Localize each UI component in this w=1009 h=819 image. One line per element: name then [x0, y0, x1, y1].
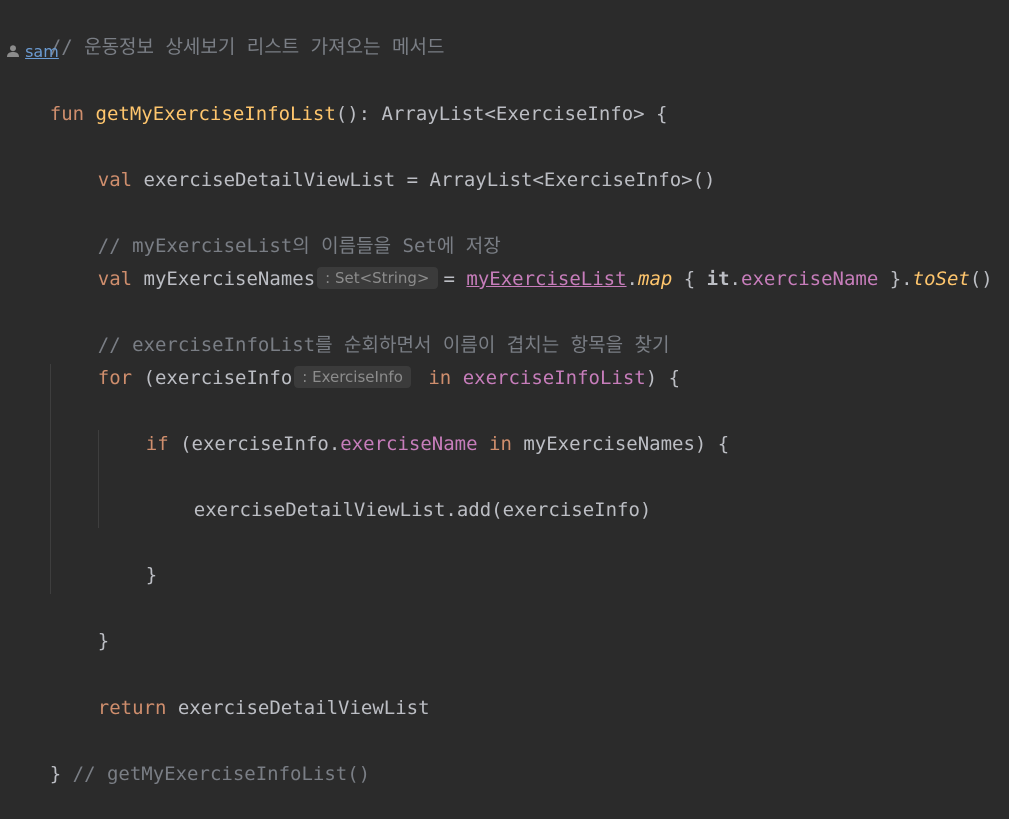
return-value: exerciseDetailViewList — [177, 697, 430, 719]
function-signature: (): ArrayList<ExerciseInfo> { — [335, 103, 668, 125]
code-line-return: return exerciseDetailViewList — [52, 663, 430, 719]
dot: . — [626, 268, 638, 290]
code-line-close-if: } — [100, 530, 157, 586]
map-call[interactable]: map — [638, 268, 672, 290]
code-line-if: if (exerciseInfo.exerciseName in myExerc… — [100, 399, 729, 455]
end-comment: // getMyExerciseInfoList() — [72, 763, 371, 785]
call-parens: () — [969, 268, 993, 290]
lambda-close: } — [878, 268, 902, 290]
function-name[interactable]: getMyExerciseInfoList — [96, 103, 336, 125]
receiver-my-exercise-list[interactable]: myExerciseList — [466, 268, 626, 290]
code-line-val-detail: val exerciseDetailViewList = ArrayList<E… — [52, 135, 716, 191]
brace-close-if: } — [145, 564, 158, 586]
keyword-for: for — [97, 367, 133, 389]
if-open: (exerciseInfo. — [180, 433, 341, 455]
keyword-val: val — [97, 268, 133, 290]
person-icon — [6, 42, 25, 61]
type-hint-exercise-info: : ExerciseInfo — [294, 366, 411, 388]
val-detail-rest: exerciseDetailViewList = ArrayList<Exerc… — [143, 169, 716, 191]
header-comment: // 운동정보 상세보기 리스트 가져오는 메서드 — [4, 2, 445, 58]
keyword-return: return — [97, 697, 167, 719]
assign-op: = — [443, 268, 467, 290]
comment-save-names: // myExerciseList의 이름들을 Set에 저장 — [52, 201, 501, 257]
brace-close-for: } — [97, 630, 110, 652]
for-open: (exerciseInfo — [143, 367, 293, 389]
keyword-fun: fun — [49, 103, 85, 125]
author-name[interactable]: sam — [25, 42, 59, 61]
code-line-val-names: val myExerciseNames: Set<String> = myExer… — [52, 234, 993, 290]
code-line-close-for: } — [52, 596, 109, 652]
dot: . — [901, 268, 913, 290]
indent-guide — [98, 430, 99, 528]
property-exercise-info-list[interactable]: exerciseInfoList — [463, 367, 646, 389]
keyword-in: in — [428, 367, 452, 389]
code-line-add: exerciseDetailViewList.add(exerciseInfo) — [148, 465, 652, 521]
author-annotation[interactable]: sam — [6, 40, 59, 64]
code-editor[interactable]: // 운동정보 상세보기 리스트 가져오는 메서드 sam fun getMyE… — [0, 0, 1009, 785]
indent-guide — [50, 364, 51, 594]
code-line-fun: fun getMyExerciseInfoList(): ArrayList<E… — [4, 69, 668, 125]
add-call: exerciseDetailViewList.add(exerciseInfo) — [193, 499, 652, 521]
toset-call[interactable]: toSet — [913, 268, 970, 290]
dot: . — [729, 268, 741, 290]
keyword-val: val — [97, 169, 133, 191]
property-exercise-name[interactable]: exerciseName — [741, 268, 878, 290]
keyword-in: in — [489, 433, 512, 455]
brace-close-fun: } — [49, 763, 62, 785]
code-line-for: for (exerciseInfo: ExerciseInfo in exerc… — [52, 333, 680, 389]
comment-iterate: // exerciseInfoList를 순회하면서 이름이 겹치는 항목을 찾… — [52, 300, 670, 356]
lambda-open: { — [672, 268, 707, 290]
for-close: ) { — [645, 367, 681, 389]
variable-my-exercise-names[interactable]: myExerciseNames — [144, 268, 316, 290]
header-comment-text: // 운동정보 상세보기 리스트 가져오는 메서드 — [49, 36, 445, 58]
keyword-if: if — [145, 433, 169, 455]
it-keyword: it — [706, 268, 730, 290]
property-exercise-name[interactable]: exerciseName — [340, 433, 477, 455]
if-rest: myExerciseNames) { — [523, 433, 730, 455]
type-hint-set-string: : Set<String> — [317, 267, 438, 289]
